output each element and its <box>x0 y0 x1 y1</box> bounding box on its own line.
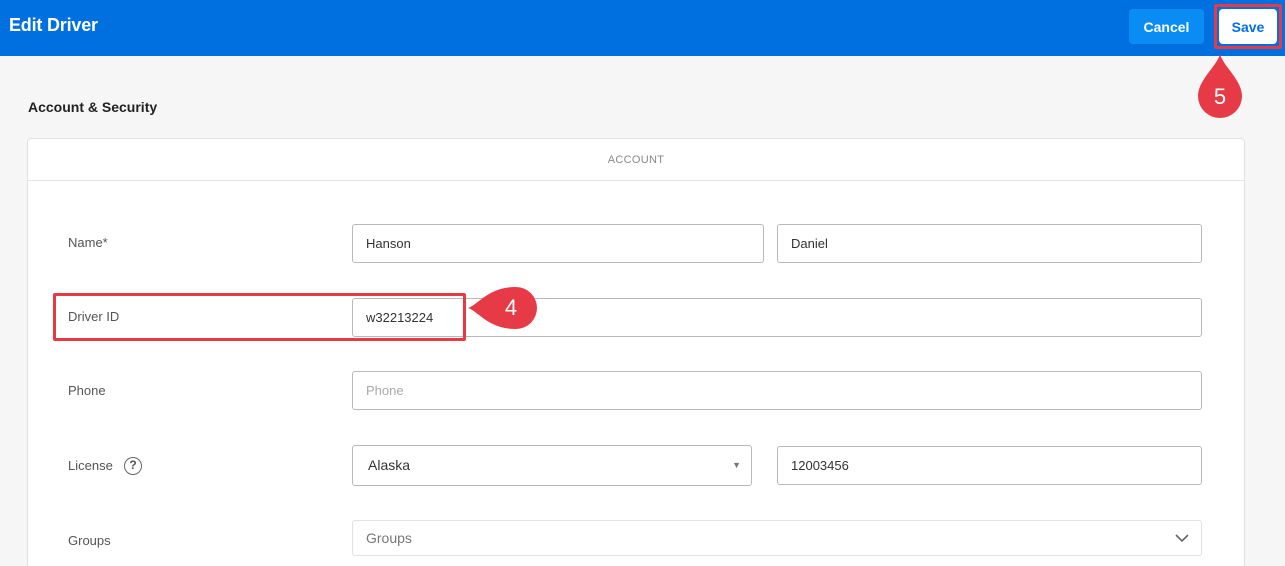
caret-down-icon: ▼ <box>732 460 741 470</box>
driver-id-label: Driver ID <box>68 309 120 324</box>
save-button[interactable]: Save <box>1219 9 1277 44</box>
cancel-button[interactable]: Cancel <box>1129 9 1204 44</box>
chevron-down-icon <box>1175 534 1189 543</box>
top-bar: Edit Driver Cancel Save <box>0 0 1285 56</box>
card-header: ACCOUNT <box>28 139 1244 181</box>
step-4-marker: 4 <box>466 285 542 331</box>
step-5-marker: 5 <box>1196 52 1244 120</box>
last-name-field[interactable]: Hanson <box>352 224 764 263</box>
groups-select[interactable]: Groups <box>352 520 1202 556</box>
license-label: License <box>68 458 113 473</box>
name-label: Name* <box>68 235 108 250</box>
license-state-value: Alaska <box>368 457 411 473</box>
license-number-field[interactable]: 12003456 <box>777 446 1202 485</box>
question-circle-icon[interactable]: ? <box>124 457 142 475</box>
license-state-select[interactable]: Alaska ▼ <box>352 445 752 486</box>
phone-field[interactable]: Phone <box>352 371 1202 410</box>
phone-label: Phone <box>68 383 106 398</box>
first-name-field[interactable]: Daniel <box>777 224 1202 263</box>
step-4-label: 4 <box>504 295 518 320</box>
groups-placeholder: Groups <box>366 530 412 546</box>
page-title: Edit Driver <box>9 15 98 35</box>
step-5-label: 5 <box>1213 84 1227 109</box>
groups-label: Groups <box>68 533 111 548</box>
account-card: ACCOUNT <box>27 138 1245 566</box>
section-title: Account & Security <box>28 99 158 115</box>
